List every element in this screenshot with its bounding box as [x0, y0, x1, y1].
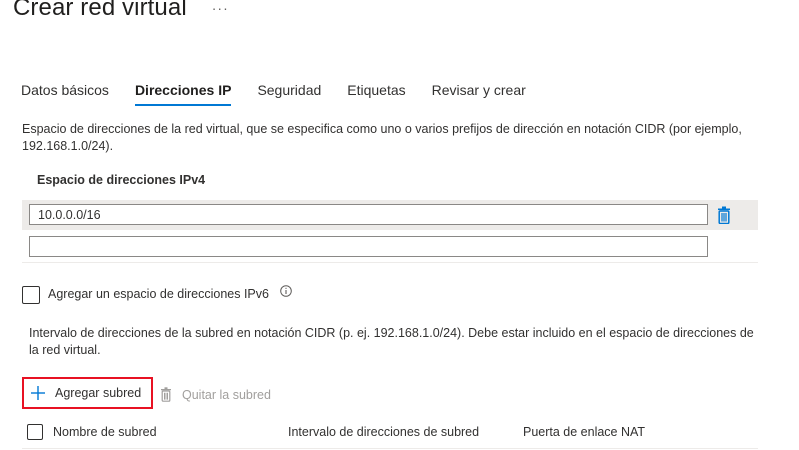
create-vnet-page: Crear red virtual ··· Datos básicos Dire… [0, 0, 799, 450]
more-options-button[interactable]: ··· [212, 0, 229, 16]
trash-icon [161, 387, 171, 402]
tab-revisar-y-crear[interactable]: Revisar y crear [432, 82, 526, 106]
subnet-description: Intervalo de direcciones de la subred en… [29, 326, 754, 357]
info-icon[interactable] [280, 285, 292, 297]
table-header-divider [22, 448, 758, 449]
divider [22, 262, 758, 263]
tab-etiquetas[interactable]: Etiquetas [347, 82, 405, 106]
add-subnet-button[interactable]: Agregar subred [22, 377, 153, 409]
select-all-subnets-checkbox[interactable] [27, 424, 43, 440]
address-space-description: Espacio de direcciones de la red virtual… [22, 122, 742, 153]
remove-subnet-label: Quitar la subred [182, 387, 271, 402]
ipv4-address-input-2[interactable] [29, 236, 708, 257]
remove-subnet-button[interactable]: Quitar la subred [160, 387, 271, 402]
column-header-nat-gateway[interactable]: Puerta de enlace NAT [523, 425, 645, 439]
add-subnet-label: Agregar subred [55, 386, 142, 400]
tab-bar: Datos básicos Direcciones IP Seguridad E… [21, 82, 552, 106]
title-row: Crear red virtual ··· [13, 0, 229, 22]
ipv6-checkbox[interactable] [22, 286, 40, 304]
column-header-subnet-range[interactable]: Intervalo de direcciones de subred [288, 425, 479, 439]
column-header-subnet-name[interactable]: Nombre de subred [53, 425, 157, 439]
page-title: Crear red virtual [13, 0, 187, 21]
tab-seguridad[interactable]: Seguridad [257, 82, 321, 106]
tab-datos-basicos[interactable]: Datos básicos [21, 82, 109, 106]
delete-icon[interactable] [716, 206, 732, 224]
ipv4-column-header: Espacio de direcciones IPv4 [37, 173, 206, 187]
ipv4-address-input-1[interactable] [29, 204, 708, 225]
ipv6-checkbox-label: Agregar un espacio de direcciones IPv6 [48, 287, 269, 301]
plus-icon [31, 386, 45, 400]
tab-direcciones-ip[interactable]: Direcciones IP [134, 82, 231, 106]
